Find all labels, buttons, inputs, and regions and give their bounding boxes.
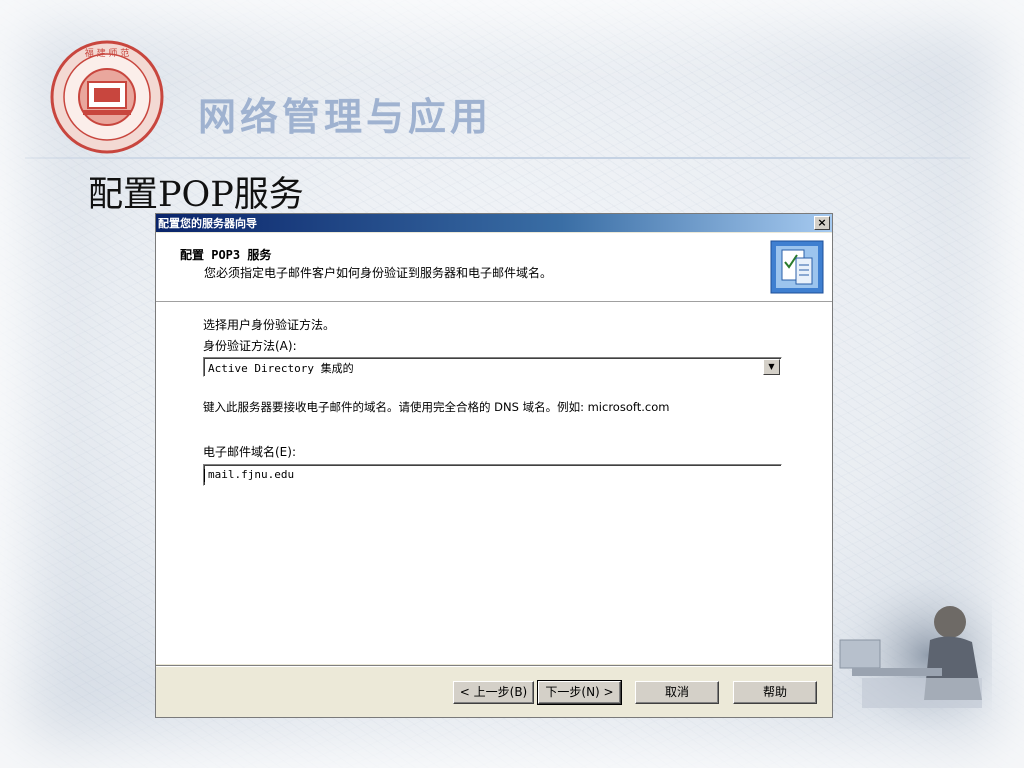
dialog-title: 配置您的服务器向导: [158, 217, 257, 230]
auth-instruction: 选择用户身份验证方法。: [203, 318, 336, 332]
help-button[interactable]: 帮助: [733, 681, 817, 704]
footer-divider: [156, 665, 832, 667]
dropdown-arrow-icon[interactable]: ▼: [763, 359, 780, 375]
back-button[interactable]: < 上一步(B): [453, 681, 534, 704]
classroom-photo: [832, 580, 992, 730]
wizard-header: 配置 POP3 服务 您必须指定电子邮件客户如何身份验证到服务器和电子邮件域名。: [156, 233, 832, 302]
slide-heading: 配置POP服务: [88, 175, 304, 215]
wizard-document-icon: [770, 240, 824, 294]
auth-method-label: 身份验证方法(A):: [203, 339, 297, 353]
course-title: 网络管理与应用: [198, 95, 493, 139]
domain-label: 电子邮件域名(E):: [203, 445, 296, 459]
domain-instruction: 键入此服务器要接收电子邮件的域名。请使用完全合格的 DNS 域名。例如: mic…: [203, 400, 670, 414]
cancel-button[interactable]: 取消: [635, 681, 719, 704]
auth-method-value: Active Directory 集成的: [208, 362, 354, 375]
email-domain-value: mail.fjnu.edu: [208, 468, 295, 481]
close-icon[interactable]: ×: [814, 216, 830, 230]
next-button[interactable]: 下一步(N) >: [537, 680, 622, 705]
email-domain-input[interactable]: mail.fjnu.edu: [203, 464, 782, 486]
text-caret: [204, 469, 205, 482]
auth-method-dropdown[interactable]: Active Directory 集成的 ▼: [203, 357, 782, 377]
header-divider: [25, 157, 970, 159]
dialog-titlebar[interactable]: 配置您的服务器向导 ×: [156, 214, 832, 232]
wizard-body: 选择用户身份验证方法。 身份验证方法(A): Active Directory …: [156, 302, 832, 664]
university-seal-logo: 福 建 师 范: [50, 40, 164, 154]
wizard-page-title: 配置 POP3 服务: [180, 248, 272, 262]
svg-text:福 建 师 范: 福 建 师 范: [85, 47, 130, 59]
configure-server-wizard-dialog: 配置您的服务器向导 × 配置 POP3 服务 您必须指定电子邮件客户如何身份验证…: [155, 213, 833, 718]
wizard-page-subtitle: 您必须指定电子邮件客户如何身份验证到服务器和电子邮件域名。: [204, 266, 553, 280]
